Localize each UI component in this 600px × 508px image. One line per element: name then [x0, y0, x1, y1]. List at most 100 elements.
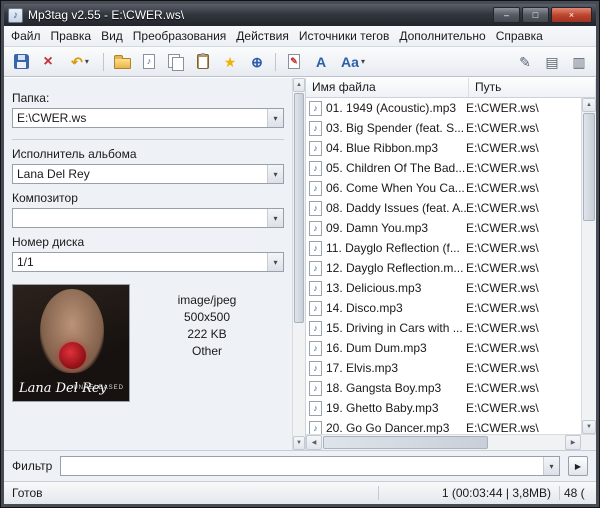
playlist-icon: ♪: [143, 54, 155, 69]
tag-editor-button[interactable]: ✎: [281, 50, 307, 74]
cover-info-line: Other: [191, 344, 222, 358]
menu-item[interactable]: Источники тегов: [294, 27, 394, 46]
copy-tag-button[interactable]: [163, 50, 189, 74]
menu-item[interactable]: Дополнительно: [394, 27, 490, 46]
web-sources-button[interactable]: ⊕: [244, 50, 270, 74]
file-path-cell: E:\CWER.ws\: [466, 201, 539, 215]
filter-input[interactable]: ▾: [60, 456, 560, 476]
disc-number-combobox[interactable]: 1/1 ▾: [12, 252, 284, 272]
table-row[interactable]: ♪ 14. Disco.mp3 E:\CWER.ws\: [306, 298, 581, 318]
table-row[interactable]: ♪ 16. Dum Dum.mp3 E:\CWER.ws\: [306, 338, 581, 358]
table-row[interactable]: ♪ 08. Daddy Issues (feat. A... E:\CWER.w…: [306, 198, 581, 218]
close-button[interactable]: ×: [551, 7, 592, 23]
chevron-down-icon[interactable]: ▾: [267, 109, 283, 127]
scroll-down-button[interactable]: ▼: [582, 420, 596, 434]
file-name-cell: 16. Dum Dum.mp3: [326, 341, 427, 355]
audio-file-icon: ♪: [309, 280, 322, 296]
table-row[interactable]: ♪ 04. Blue Ribbon.mp3 E:\CWER.ws\: [306, 138, 581, 158]
right-arrow-icon: ▶: [570, 439, 576, 446]
menu-bar: Файл Правка Вид Преобразования Действия …: [4, 26, 596, 47]
menu-item[interactable]: Справка: [491, 27, 548, 46]
apply-filter-button[interactable]: ▶: [568, 456, 588, 476]
panel-scroll-track[interactable]: [293, 92, 305, 436]
table-row[interactable]: ♪ 19. Ghetto Baby.mp3 E:\CWER.ws\: [306, 398, 581, 418]
folder-combobox[interactable]: E:\CWER.ws ▾: [12, 108, 284, 128]
favorites-button[interactable]: ★: [217, 50, 243, 74]
table-row[interactable]: ♪ 09. Damn You.mp3 E:\CWER.ws\: [306, 218, 581, 238]
scroll-thumb[interactable]: [583, 113, 595, 221]
panel-scroll-thumb[interactable]: [294, 93, 304, 323]
chevron-down-icon[interactable]: ▾: [267, 209, 283, 227]
horizontal-scrollbar[interactable]: ◀ ▶: [306, 434, 596, 450]
table-row[interactable]: ♪ 15. Driving in Cars with ... E:\CWER.w…: [306, 318, 581, 338]
vertical-scrollbar[interactable]: ▲ ▼: [581, 98, 596, 434]
panel-scroll-up-button[interactable]: ▲: [293, 78, 305, 92]
remove-tag-button[interactable]: ×: [35, 50, 61, 74]
table-row[interactable]: ♪ 11. Dayglo Reflection (f... E:\CWER.ws…: [306, 238, 581, 258]
album-cover[interactable]: Lana Del Rey UNRELEASED: [12, 284, 130, 402]
table-row[interactable]: ♪ 17. Elvis.mp3 E:\CWER.ws\: [306, 358, 581, 378]
table-row[interactable]: ♪ 03. Big Spender (feat. S... E:\CWER.ws…: [306, 118, 581, 138]
app-icon: ♪: [8, 7, 23, 23]
column-header-path[interactable]: Путь: [469, 78, 596, 97]
paste-tag-button[interactable]: [190, 50, 216, 74]
chevron-down-icon[interactable]: ▾: [267, 165, 283, 183]
scroll-left-button[interactable]: ◀: [306, 435, 322, 450]
minimize-button[interactable]: –: [493, 7, 520, 23]
album-artist-combobox[interactable]: Lana Del Rey ▾: [12, 164, 284, 184]
menu-item[interactable]: Вид: [96, 27, 128, 46]
window-title: Mp3tag v2.55 - E:\CWER.ws\: [28, 8, 185, 22]
menu-item[interactable]: Файл: [6, 27, 46, 46]
copy-icon: [168, 54, 184, 71]
hscroll-track[interactable]: [322, 435, 565, 450]
composer-combobox[interactable]: ▾: [12, 208, 284, 228]
case-convert-button[interactable]: Aa ▾: [335, 50, 371, 74]
panel-scroll-down-button[interactable]: ▼: [293, 436, 305, 450]
maximize-button[interactable]: □: [522, 7, 549, 23]
up-arrow-icon: ▲: [296, 82, 302, 88]
convert-button[interactable]: A: [308, 50, 334, 74]
file-name-cell: 13. Delicious.mp3: [326, 281, 422, 295]
title-bar[interactable]: ♪ Mp3tag v2.55 - E:\CWER.ws\ – □ ×: [4, 4, 596, 26]
file-list: Имя файла Путь ♪ 01. 1949 (Acoustic).mp3…: [305, 78, 596, 450]
chevron-down-icon: ▾: [360, 57, 365, 66]
edit-tags-button[interactable]: ✎: [512, 50, 538, 74]
composer-label: Композитор: [12, 191, 78, 205]
save-tag-button[interactable]: [8, 50, 34, 74]
playlist-button[interactable]: ♪: [136, 50, 162, 74]
table-row[interactable]: ♪ 05. Children Of The Bad... E:\CWER.ws\: [306, 158, 581, 178]
table-row[interactable]: ♪ 18. Gangsta Boy.mp3 E:\CWER.ws\: [306, 378, 581, 398]
file-name-cell: 03. Big Spender (feat. S...: [326, 121, 465, 135]
column-header-filename[interactable]: Имя файла: [306, 78, 469, 97]
down-arrow-icon: ▼: [296, 440, 302, 446]
hscroll-thumb[interactable]: [323, 436, 489, 449]
album-artist-value: Lana Del Rey: [17, 167, 90, 181]
menu-item[interactable]: Преобразования: [128, 27, 232, 46]
audio-file-icon: ♪: [309, 420, 322, 434]
table-row[interactable]: ♪ 01. 1949 (Acoustic).mp3 E:\CWER.ws\: [306, 98, 581, 118]
change-directory-button[interactable]: [109, 50, 135, 74]
table-row[interactable]: ♪ 12. Dayglo Reflection.m... E:\CWER.ws\: [306, 258, 581, 278]
chevron-down-icon[interactable]: ▾: [267, 253, 283, 271]
panel-divider: [12, 139, 284, 140]
chevron-down-icon[interactable]: ▾: [543, 457, 559, 475]
columns-button[interactable]: ▥: [566, 50, 592, 74]
edit-tag-icon: ✎: [288, 54, 300, 69]
menu-item[interactable]: Действия: [231, 27, 294, 46]
audio-file-icon: ♪: [309, 100, 322, 116]
table-row[interactable]: ♪ 06. Come When You Ca... E:\CWER.ws\: [306, 178, 581, 198]
undo-button[interactable]: ↶ ▾: [62, 50, 98, 74]
main-area: Папка: E:\CWER.ws ▾ Исполнитель альбома …: [4, 77, 596, 450]
menu-item[interactable]: Правка: [46, 27, 97, 46]
table-row[interactable]: ♪ 13. Delicious.mp3 E:\CWER.ws\: [306, 278, 581, 298]
view-list-button[interactable]: ▤: [539, 50, 565, 74]
scroll-right-button[interactable]: ▶: [565, 435, 581, 450]
window-frame: ♪ Mp3tag v2.55 - E:\CWER.ws\ – □ × Файл …: [1, 1, 599, 507]
list-rows: ♪ 01. 1949 (Acoustic).mp3 E:\CWER.ws\ ♪ …: [306, 98, 581, 434]
scroll-track[interactable]: [582, 112, 596, 420]
star-icon: ★: [223, 53, 237, 70]
scroll-up-button[interactable]: ▲: [582, 98, 596, 112]
table-row[interactable]: ♪ 20. Go Go Dancer.mp3 E:\CWER.ws\: [306, 418, 581, 434]
panel-scrollbar[interactable]: ▲ ▼: [292, 78, 305, 450]
undo-icon: ↶: [71, 53, 83, 70]
